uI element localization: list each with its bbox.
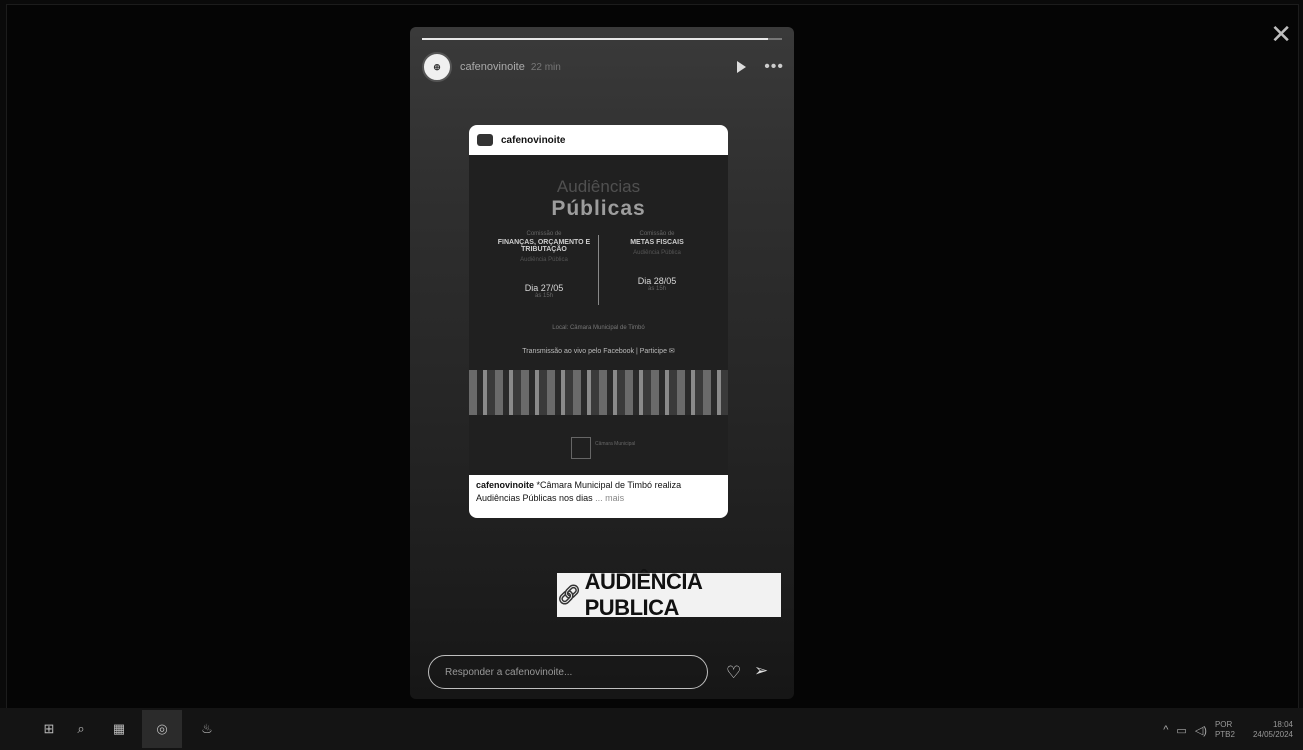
poster-right-name: METAS FISCAIS bbox=[630, 239, 684, 246]
start-icon[interactable]: ⊞ bbox=[40, 720, 58, 738]
story-progress-fill bbox=[422, 38, 768, 40]
story-header: ⊕ cafenovinoite 22 min ••• bbox=[422, 52, 784, 82]
shared-post-card[interactable]: cafenovinoite Audiências Públicas Comiss… bbox=[469, 125, 728, 518]
post-username: cafenovinoite bbox=[501, 134, 566, 146]
poster-right-column: Comissão de METAS FISCAIS Audiência Públ… bbox=[602, 231, 712, 292]
poster-left-name: FINANÇAS, ORÇAMENTO E TRIBUTAÇÃO bbox=[497, 239, 591, 253]
post-caption: cafenovinoite *Câmara Municipal de Timbó… bbox=[476, 479, 721, 505]
poster-right-sub: Audiência Pública bbox=[633, 250, 681, 256]
poster-title-line2: Públicas bbox=[551, 197, 646, 220]
chevron-up-icon[interactable]: ^ bbox=[1163, 724, 1168, 736]
caption-username: cafenovinoite bbox=[476, 480, 535, 490]
poster-logo-text: Câmara Municipal bbox=[595, 441, 636, 447]
post-avatar bbox=[477, 134, 493, 146]
chamber-logo-icon bbox=[571, 437, 591, 459]
story-time: 22 min bbox=[530, 61, 561, 73]
app-icon[interactable]: ♨ bbox=[198, 720, 216, 738]
send-icon[interactable]: ➢ bbox=[754, 661, 768, 681]
post-image: Audiências Públicas Comissão de FINANÇAS… bbox=[469, 155, 728, 475]
poster-right-date: Dia 28/05 bbox=[637, 276, 677, 286]
close-icon[interactable]: ✕ bbox=[1270, 21, 1292, 47]
volume-icon[interactable]: ◁) bbox=[1195, 724, 1207, 737]
lang-line2: PTB2 bbox=[1214, 730, 1235, 739]
search-icon[interactable]: ⌕ bbox=[72, 720, 90, 738]
language-indicator[interactable]: POR PTB2 bbox=[1215, 720, 1235, 740]
poster-photo bbox=[469, 370, 728, 415]
poster-left-time: às 15h bbox=[534, 293, 553, 299]
poster-divider bbox=[598, 235, 599, 305]
more-options-icon[interactable]: ••• bbox=[764, 58, 784, 76]
lang-line1: POR bbox=[1214, 720, 1233, 729]
poster-left-sub: Audiência Pública bbox=[520, 257, 568, 263]
story-username[interactable]: cafenovinoite bbox=[460, 61, 525, 73]
browser-icon[interactable]: ◎ bbox=[153, 720, 171, 738]
poster-local: Local: Câmara Municipal de Timbó bbox=[552, 325, 645, 331]
clock-date: 24/05/2024 bbox=[1252, 730, 1293, 739]
reply-input[interactable]: Responder a cafenovinoite... bbox=[428, 655, 708, 689]
post-header: cafenovinoite bbox=[469, 125, 728, 155]
story-viewer: ✕ ⊕ cafenovinoite 22 min ••• cafenovinoi… bbox=[6, 4, 1299, 709]
caption-more-link[interactable]: ... mais bbox=[595, 493, 624, 503]
poster-left-small: Comissão de bbox=[526, 231, 562, 237]
avatar[interactable]: ⊕ bbox=[422, 52, 452, 82]
poster-left-date: Dia 27/05 bbox=[524, 283, 564, 293]
link-icon: 🔗︎ bbox=[557, 585, 581, 606]
poster-right-time: às 15h bbox=[647, 286, 666, 292]
link-sticker[interactable]: 🔗︎ AUDIÊNCIA PUBLICA bbox=[557, 569, 781, 620]
system-tray: ^ ▭ ◁) POR PTB2 18:04 24/05/2024 bbox=[1163, 716, 1293, 744]
poster-left-column: Comissão de FINANÇAS, ORÇAMENTO E TRIBUT… bbox=[489, 231, 599, 299]
heart-icon[interactable]: ♡ bbox=[726, 663, 741, 683]
play-icon[interactable] bbox=[737, 61, 747, 73]
story-card[interactable]: ⊕ cafenovinoite 22 min ••• cafenovinoite… bbox=[410, 27, 794, 699]
network-icon[interactable]: ▭ bbox=[1176, 724, 1186, 737]
link-sticker-label: AUDIÊNCIA PUBLICA bbox=[584, 569, 702, 620]
clock[interactable]: 18:04 24/05/2024 bbox=[1253, 720, 1293, 740]
file-explorer-icon[interactable]: ▦ bbox=[110, 720, 128, 738]
taskbar: ⊞ ⌕ ▦ ◎ ♨ ^ ▭ ◁) POR PTB2 18:04 24/05/20… bbox=[0, 708, 1303, 750]
poster-title-line1: Audiências bbox=[556, 177, 641, 196]
poster-right-small: Comissão de bbox=[639, 231, 675, 237]
poster-transmission: Transmissão ao vivo pelo Facebook | Part… bbox=[522, 348, 675, 355]
story-progress-bar bbox=[422, 38, 782, 40]
clock-time: 18:04 bbox=[1272, 720, 1293, 729]
